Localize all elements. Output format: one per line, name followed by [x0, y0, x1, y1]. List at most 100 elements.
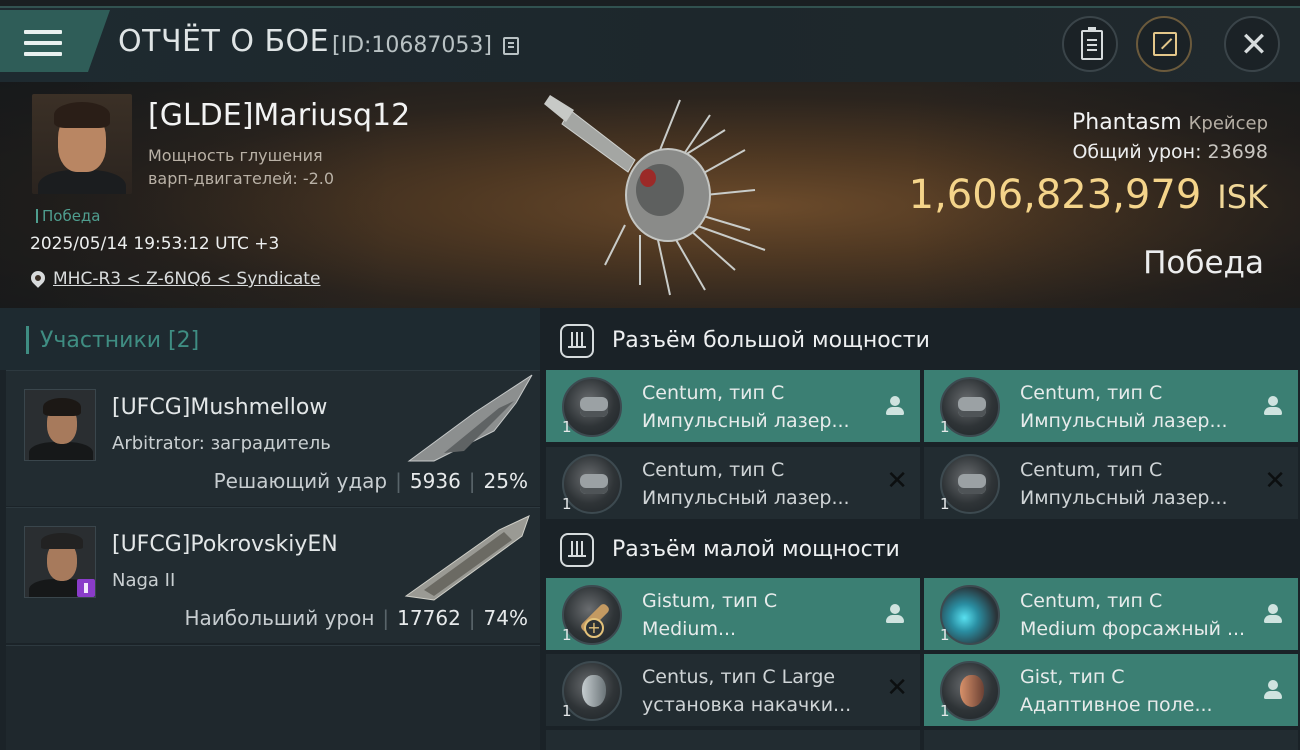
item-name: Gist, тип C [1020, 666, 1125, 688]
low-slot-header: Разъём малой мощности [540, 517, 1300, 579]
item-quantity: 1 [940, 702, 950, 720]
participant-ship: Arbitrator: заградитель [112, 433, 331, 454]
close-icon: ✕ [1239, 25, 1269, 65]
victim-ship-image [544, 95, 766, 296]
item-quantity: 1 [940, 418, 950, 436]
fitting-slot[interactable]: 1 Centum, тип C Импульсный лазер... ✕ [924, 447, 1298, 519]
close-button[interactable]: ✕ [1224, 16, 1280, 72]
participant-role: Наибольший урон [184, 606, 375, 630]
dropped-person-icon [886, 604, 904, 624]
plus-badge-icon: + [584, 618, 604, 638]
high-slot-header: Разъём большой мощности [540, 308, 1300, 370]
ship-name-text[interactable]: Phantasm [1072, 110, 1182, 135]
participants-title[interactable]: Участники [2] [40, 328, 199, 353]
fittings-panel: Разъём большой мощности 1 Centum, тип C … [540, 308, 1300, 750]
warp-jam-value: варп-двигателей: -2.0 [148, 169, 335, 188]
item-quantity: 1 [562, 418, 572, 436]
item-type: Импульсный лазер... [1020, 487, 1228, 509]
fitting-slot[interactable]: 1 Centum, тип C Импульсный лазер... [924, 370, 1298, 442]
participant-damage: 5936 [409, 469, 461, 493]
isk-value: 1,606,823,979 [908, 172, 1202, 218]
participant-stats: Решающий удар | 5936 | 25% [213, 469, 528, 493]
high-slot-icon [560, 324, 594, 358]
fitting-slot[interactable]: 1 Centus, тип C Large установка накачки.… [546, 654, 920, 726]
item-quantity: 1 [562, 626, 572, 644]
ship-class: Крейсер [1188, 113, 1268, 134]
item-type: Адаптивное поле... [1020, 694, 1213, 716]
item-name: Centum, тип C [1020, 459, 1163, 481]
isk-value-line: 1,606,823,979 ISK [909, 172, 1268, 218]
destroyed-x-icon: ✕ [886, 673, 908, 703]
dropped-person-icon [886, 396, 904, 416]
battle-id: [ID:10687053] [332, 33, 492, 58]
participants-empty-area [6, 645, 540, 750]
fitting-slot-partial[interactable] [546, 730, 920, 750]
item-quantity: 1 [940, 626, 950, 644]
participant-avatar[interactable] [24, 389, 96, 461]
page-title: ОТЧЁТ О БОЕ [118, 24, 330, 59]
status-badge: Победа [36, 207, 101, 225]
participant-name[interactable]: [UFCG]PokrovskiyEN [112, 532, 338, 557]
participant-stats: Наибольший урон | 17762 | 74% [184, 606, 528, 630]
victim-ship-name: Phantasm Крейсер [1072, 110, 1268, 135]
participant-percent: 74% [483, 606, 528, 630]
share-icon [1153, 32, 1177, 56]
participants-panel: Участники [2] [UFCG]Mushmellow Arbitrato… [0, 308, 540, 750]
item-type: Импульсный лазер... [1020, 410, 1228, 432]
fitting-slot-partial[interactable] [924, 730, 1298, 750]
battle-timestamp: 2025/05/14 19:53:12 UTC +3 [30, 234, 280, 254]
item-type: установка накачки... [642, 694, 852, 716]
destroyed-x-icon: ✕ [1264, 466, 1286, 496]
total-damage-label: Общий урон: [1072, 141, 1202, 163]
high-slot-title: Разъём большой мощности [612, 328, 930, 353]
total-damage-value: 23698 [1207, 141, 1268, 163]
item-name: Centum, тип C [642, 382, 785, 404]
victim-pilot-name[interactable]: [GLDE]Mariusq12 [148, 98, 410, 133]
participant-percent: 25% [483, 469, 528, 493]
fitting-slot[interactable]: 1 Centum, тип C Medium форсажный ... [924, 578, 1298, 650]
item-quantity: 1 [562, 702, 572, 720]
participant-ship-image [404, 515, 530, 601]
fitting-slot[interactable]: 1 Centum, тип C Импульсный лазер... [546, 370, 920, 442]
share-button[interactable] [1136, 16, 1192, 72]
low-slot-icon [560, 533, 594, 567]
fitting-slot[interactable]: + 1 Gistum, тип C Medium... [546, 578, 920, 650]
low-slot-title: Разъём малой мощности [612, 537, 900, 562]
destroyed-x-icon: ✕ [886, 466, 908, 496]
header-bar: ОТЧЁТ О БОЕ [ID:10687053] ✕ [0, 0, 1300, 82]
clipboard-icon [1081, 27, 1103, 60]
item-quantity: 1 [562, 495, 572, 513]
participant-row[interactable]: [UFCG]Mushmellow Arbitrator: заградитель… [6, 370, 540, 506]
item-type: Medium форсажный ... [1020, 618, 1246, 640]
participant-ship: Naga II [112, 570, 176, 591]
participant-avatar[interactable] [24, 526, 96, 598]
hamburger-icon [24, 30, 62, 56]
dropped-person-icon [1264, 604, 1282, 624]
isk-unit: ISK [1217, 178, 1268, 216]
item-name: Centus, тип C Large [642, 666, 836, 688]
item-name: Centum, тип C [1020, 382, 1163, 404]
item-type: Импульсный лазер... [642, 410, 850, 432]
participant-ship-image [407, 374, 533, 462]
item-name: Centum, тип C [1020, 590, 1163, 612]
total-damage: Общий урон: 23698 [1072, 141, 1268, 163]
item-quantity: 1 [940, 495, 950, 513]
item-name: Centum, тип C [642, 459, 785, 481]
alpha-badge-icon [77, 579, 95, 597]
item-name: Gistum, тип C [642, 590, 778, 612]
menu-button[interactable] [0, 10, 110, 72]
warp-jam-label: Мощность глушения [148, 146, 323, 165]
item-type: Импульсный лазер... [642, 487, 850, 509]
battle-result: Победа [1143, 245, 1264, 281]
fitting-slot[interactable]: 1 Gist, тип C Адаптивное поле... [924, 654, 1298, 726]
victim-avatar[interactable] [32, 94, 132, 194]
copy-icon[interactable] [503, 37, 519, 55]
location-link[interactable]: MHC-R3 < Z-6NQ6 < Syndicate [53, 269, 320, 289]
item-type: Medium... [642, 618, 737, 640]
report-button[interactable] [1062, 16, 1118, 72]
header-accent-line [0, 0, 1300, 8]
participant-name[interactable]: [UFCG]Mushmellow [112, 395, 327, 420]
fitting-slot[interactable]: 1 Centum, тип C Импульсный лазер... ✕ [546, 447, 920, 519]
participant-damage: 17762 [397, 606, 461, 630]
participant-row[interactable]: [UFCG]PokrovskiyEN Naga II Наибольший ур… [6, 507, 540, 643]
